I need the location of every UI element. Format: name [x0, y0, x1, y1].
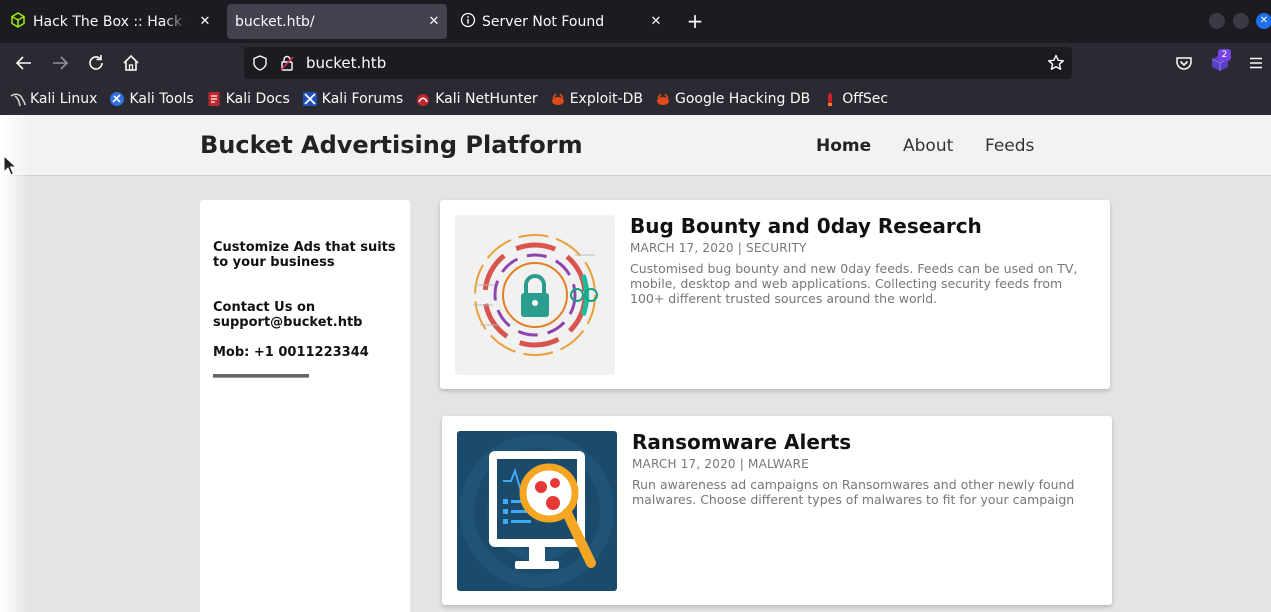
- forward-arrow-icon[interactable]: [49, 52, 71, 74]
- bookmark-label: Google Hacking DB: [674, 91, 811, 107]
- maximize-button[interactable]: [1233, 13, 1249, 29]
- pocket-icon[interactable]: [1173, 52, 1195, 74]
- htb-cube-icon: [10, 11, 26, 32]
- tab-server-not-found[interactable]: Server Not Found ✕: [451, 4, 669, 39]
- web-page: Bucket Advertising Platform Home About F…: [0, 115, 1271, 612]
- bookmark-label: Kali Linux: [30, 91, 98, 107]
- tracking-shield-icon[interactable]: [251, 54, 269, 76]
- insecure-lock-icon[interactable]: [278, 54, 296, 76]
- reload-icon[interactable]: [85, 52, 107, 74]
- bookmark-label: Kali Tools: [129, 91, 194, 107]
- feed-post-card: Ransomware Alerts MARCH 17, 2020 | MALWA…: [442, 416, 1112, 605]
- sidebar-contact: Contact Us on support@bucket.htb: [213, 300, 363, 330]
- nav-home-link[interactable]: Home: [816, 136, 871, 156]
- post-title[interactable]: Ransomware Alerts: [632, 430, 851, 454]
- bookmark-label: Exploit-DB: [569, 91, 643, 107]
- bookmark-label: Kali Forums: [321, 91, 404, 107]
- malware-scan-illustration[interactable]: [457, 431, 617, 591]
- nav-feeds-link[interactable]: Feeds: [985, 136, 1034, 156]
- bookmark-label: Kali Docs: [225, 91, 290, 107]
- bookmarks-toolbar: Kali Linux Kali Tools Kali Docs Kali For…: [0, 83, 1271, 115]
- minimize-button[interactable]: [1209, 13, 1225, 29]
- bookmark-label: OffSec: [842, 91, 889, 107]
- bookmark-kali-linux[interactable]: Kali Linux: [10, 91, 97, 107]
- new-tab-plus-icon[interactable]: +: [684, 10, 706, 32]
- kali-tools-icon: [109, 91, 125, 107]
- exploit-db-icon: [550, 91, 566, 107]
- nav-about-link[interactable]: About: [903, 136, 953, 156]
- bookmark-star-icon[interactable]: [1046, 53, 1066, 77]
- post-body: Customised bug bounty and new 0day feeds…: [630, 261, 1078, 306]
- tab-close-icon[interactable]: ✕: [647, 13, 665, 31]
- kali-dragon-icon: [10, 91, 26, 107]
- tab-title: Hack The Box :: Hack The Box: [33, 13, 188, 30]
- tab-title: Server Not Found: [482, 13, 605, 30]
- bookmark-label: Kali NetHunter: [435, 91, 538, 107]
- tab-strip: Hack The Box :: Hack The Box ✕ bucket.ht…: [0, 0, 1271, 43]
- info-icon: [460, 12, 476, 32]
- tab-close-icon[interactable]: ✕: [425, 13, 443, 31]
- bookmark-kali-nethunter[interactable]: Kali NetHunter: [415, 91, 538, 107]
- bookmark-kali-tools[interactable]: Kali Tools: [109, 91, 194, 107]
- url-bar[interactable]: bucket.htb: [244, 47, 1072, 79]
- bookmark-kali-docs[interactable]: Kali Docs: [206, 91, 290, 107]
- kali-docs-icon: [206, 91, 222, 107]
- sidebar-divider: [213, 374, 309, 378]
- sidebar-card: Customize Ads that suits to your busines…: [200, 200, 410, 612]
- bookmark-offsec[interactable]: OffSec: [822, 91, 888, 107]
- tab-bucket[interactable]: bucket.htb/ ✕: [227, 4, 447, 39]
- url-text[interactable]: bucket.htb: [306, 54, 386, 72]
- post-body: Run awareness ad campaigns on Ransomware…: [632, 477, 1075, 507]
- ghdb-icon: [655, 91, 671, 107]
- feed-post-card: Bug Bounty and 0day Research MARCH 17, 2…: [440, 200, 1110, 389]
- post-meta: MARCH 17, 2020 | MALWARE: [632, 457, 809, 471]
- page-edge-shade: [0, 115, 30, 612]
- site-brand[interactable]: Bucket Advertising Platform: [200, 131, 583, 159]
- hamburger-menu-icon[interactable]: [1245, 52, 1267, 74]
- site-header: Bucket Advertising Platform Home About F…: [0, 115, 1271, 176]
- tab-title: bucket.htb/: [235, 13, 315, 30]
- kali-forums-icon: [302, 91, 318, 107]
- sidebar-mobile: Mob: +1 0011223344: [213, 345, 369, 360]
- mouse-cursor-icon: [3, 154, 18, 181]
- security-lock-illustration[interactable]: [455, 215, 615, 375]
- nethunter-icon: [415, 91, 431, 107]
- bookmark-exploit-db[interactable]: Exploit-DB: [550, 91, 643, 107]
- offsec-icon: [822, 91, 838, 107]
- navigation-toolbar: bucket.htb 2: [0, 43, 1271, 83]
- tab-close-icon[interactable]: ✕: [196, 13, 214, 31]
- sidebar-tagline: Customize Ads that suits to your busines…: [213, 240, 396, 270]
- window-close-button[interactable]: ✕: [1256, 13, 1271, 29]
- bookmark-google-hacking-db[interactable]: Google Hacking DB: [655, 91, 810, 107]
- post-title[interactable]: Bug Bounty and 0day Research: [630, 214, 982, 238]
- post-meta: MARCH 17, 2020 | SECURITY: [630, 241, 807, 255]
- extension-badge: 2: [1218, 49, 1231, 61]
- back-arrow-icon[interactable]: [13, 52, 35, 74]
- home-icon[interactable]: [120, 52, 142, 74]
- bookmark-kali-forums[interactable]: Kali Forums: [302, 91, 403, 107]
- tab-hackthebox[interactable]: Hack The Box :: Hack The Box ✕: [0, 4, 218, 39]
